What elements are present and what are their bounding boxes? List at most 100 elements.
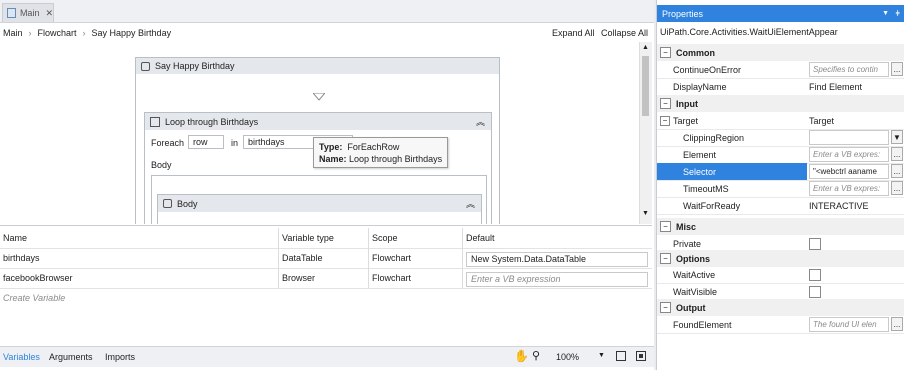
category-misc-label: Misc <box>676 221 697 232</box>
variable-scope[interactable]: Flowchart <box>369 268 463 288</box>
column-header-type[interactable]: Variable type <box>279 228 369 248</box>
property-row[interactable]: ClippingRegion ▼ <box>657 129 904 147</box>
foreach-variable-input[interactable]: row <box>188 135 224 149</box>
continue-on-error-input[interactable]: Specifies to contin <box>809 62 889 77</box>
create-variable-label[interactable]: Create Variable <box>0 288 279 308</box>
ellipsis-button[interactable]: ... <box>891 147 903 161</box>
tooltip-name-value: Loop through Birthdays <box>349 154 443 164</box>
variable-default-input[interactable]: Enter a VB expression <box>466 271 648 287</box>
scroll-down-icon[interactable]: ▼ <box>642 210 649 217</box>
column-header-scope[interactable]: Scope <box>369 228 463 248</box>
property-row[interactable]: ContinueOnError Specifies to contin ... <box>657 61 904 79</box>
property-name: DisplayName <box>673 81 727 92</box>
search-icon[interactable]: ⚲ <box>532 349 540 362</box>
ellipsis-button[interactable]: ... <box>891 317 903 331</box>
fit-to-screen-icon[interactable] <box>616 351 626 361</box>
property-row[interactable]: FoundElement The found UI elen ... <box>657 316 904 334</box>
variable-type[interactable]: DataTable <box>279 248 369 268</box>
category-common[interactable]: − Common <box>657 44 904 61</box>
collapse-icon[interactable]: − <box>660 47 671 58</box>
variable-name[interactable]: birthdays <box>0 248 279 268</box>
category-misc[interactable]: − Misc <box>657 218 904 235</box>
body-title: Body <box>177 198 198 209</box>
collapse-chevron-icon[interactable]: ︽ <box>466 197 475 210</box>
private-checkbox[interactable] <box>809 238 821 250</box>
foreach-activity[interactable]: Loop through Birthdays ︽ Foreach row in … <box>144 112 492 224</box>
wait-active-checkbox[interactable] <box>809 269 821 281</box>
category-input[interactable]: − Input <box>657 95 904 112</box>
pan-hand-icon[interactable]: ✋ <box>514 349 529 363</box>
collapse-icon[interactable]: − <box>660 98 671 109</box>
property-name: WaitActive <box>673 269 716 280</box>
tab-arguments[interactable]: Arguments <box>49 352 93 362</box>
wait-visible-checkbox[interactable] <box>809 286 821 298</box>
property-row[interactable]: TimeoutMS Enter a VB expres: ... <box>657 180 904 198</box>
property-row[interactable]: − Target Target <box>657 112 904 130</box>
collapse-icon[interactable]: − <box>660 116 670 126</box>
property-row[interactable]: WaitForReady INTERACTIVE <box>657 197 904 215</box>
overview-icon[interactable] <box>636 351 646 361</box>
chevron-right-icon: › <box>28 28 32 38</box>
property-row[interactable]: WaitActive <box>657 266 904 284</box>
sequence-icon <box>141 61 150 71</box>
found-element-input[interactable]: The found UI elen <box>809 317 889 332</box>
table-row[interactable]: birthdays DataTable Flowchart New System… <box>0 248 652 269</box>
sequence-header: Say Happy Birthday <box>136 58 499 74</box>
property-row[interactable]: Element Enter a VB expres: ... <box>657 146 904 164</box>
category-options[interactable]: − Options <box>657 250 904 267</box>
table-row[interactable]: facebookBrowser Browser Flowchart Enter … <box>0 268 652 289</box>
body-container[interactable]: Body ︽ <box>151 175 487 224</box>
scroll-thumb[interactable] <box>642 56 649 116</box>
variable-name[interactable]: facebookBrowser <box>0 268 279 288</box>
wait-for-ready-value[interactable]: INTERACTIVE <box>809 197 869 214</box>
breadcrumb-item-flowchart[interactable]: Flowchart <box>38 28 77 38</box>
selector-input[interactable]: "<webctrl aaname <box>809 164 889 179</box>
workflow-icon <box>7 8 16 18</box>
tab-variables[interactable]: Variables <box>3 352 40 362</box>
pin-icon[interactable]: ǂ <box>895 9 900 18</box>
column-header-name[interactable]: Name <box>0 228 279 248</box>
variable-scope[interactable]: Flowchart <box>369 248 463 268</box>
category-input-label: Input <box>676 98 698 109</box>
property-row[interactable]: DisplayName Find Element <box>657 78 904 96</box>
chevron-down-icon[interactable]: ▼ <box>598 352 605 359</box>
element-input[interactable]: Enter a VB expres: <box>809 147 889 162</box>
zoom-level[interactable]: 100% <box>556 352 579 362</box>
sequence-title: Say Happy Birthday <box>155 61 235 71</box>
vertical-scrollbar[interactable]: ▲ ▼ <box>639 42 652 224</box>
in-label: in <box>231 138 239 148</box>
scroll-up-icon[interactable]: ▲ <box>642 44 649 51</box>
variable-type[interactable]: Browser <box>279 268 369 288</box>
workflow-canvas[interactable]: Say Happy Birthday Loop through Birthday… <box>0 42 638 224</box>
property-name: TimeoutMS <box>683 183 729 194</box>
create-variable-row[interactable]: Create Variable <box>0 288 652 308</box>
breadcrumb-item-current[interactable]: Say Happy Birthday <box>92 28 172 38</box>
close-icon[interactable]: ✕ <box>45 8 53 19</box>
chevron-down-icon[interactable]: ▼ <box>882 10 889 17</box>
display-name-value[interactable]: Find Element <box>809 78 862 95</box>
tab-main[interactable]: Main ✕ <box>2 3 54 22</box>
tab-imports[interactable]: Imports <box>105 352 135 362</box>
column-header-default[interactable]: Default <box>463 228 652 248</box>
designer-bottom-bar: Variables Arguments Imports ✋ ⚲ 100% ▼ <box>0 346 654 367</box>
category-output[interactable]: − Output <box>657 299 904 316</box>
timeout-input[interactable]: Enter a VB expres: <box>809 181 889 196</box>
breadcrumb-item-main[interactable]: Main <box>3 28 23 38</box>
collapse-chevron-icon[interactable]: ︽ <box>476 115 485 128</box>
activity-type-name: UiPath.Core.Activities.WaitUiElementAppe… <box>660 27 838 37</box>
collapse-icon[interactable]: − <box>660 302 671 313</box>
chevron-down-icon[interactable]: ▼ <box>891 130 903 144</box>
collapse-icon[interactable]: − <box>660 253 671 264</box>
foreach-icon <box>150 116 160 127</box>
ellipsis-button[interactable]: ... <box>891 164 903 178</box>
variable-default-input[interactable]: New System.Data.DataTable <box>466 251 648 267</box>
collapse-icon[interactable]: − <box>660 221 671 232</box>
expand-all-link[interactable]: Expand All <box>552 28 595 38</box>
collapse-all-link[interactable]: Collapse All <box>601 28 648 38</box>
clipping-region-dropdown[interactable] <box>809 130 889 145</box>
variables-header-row: Name Variable type Scope Default <box>0 228 652 249</box>
property-row-selected[interactable]: Selector "<webctrl aaname ... <box>657 163 904 181</box>
ellipsis-button[interactable]: ... <box>891 62 903 76</box>
body-activity[interactable]: Body ︽ <box>157 194 482 224</box>
ellipsis-button[interactable]: ... <box>891 181 903 195</box>
